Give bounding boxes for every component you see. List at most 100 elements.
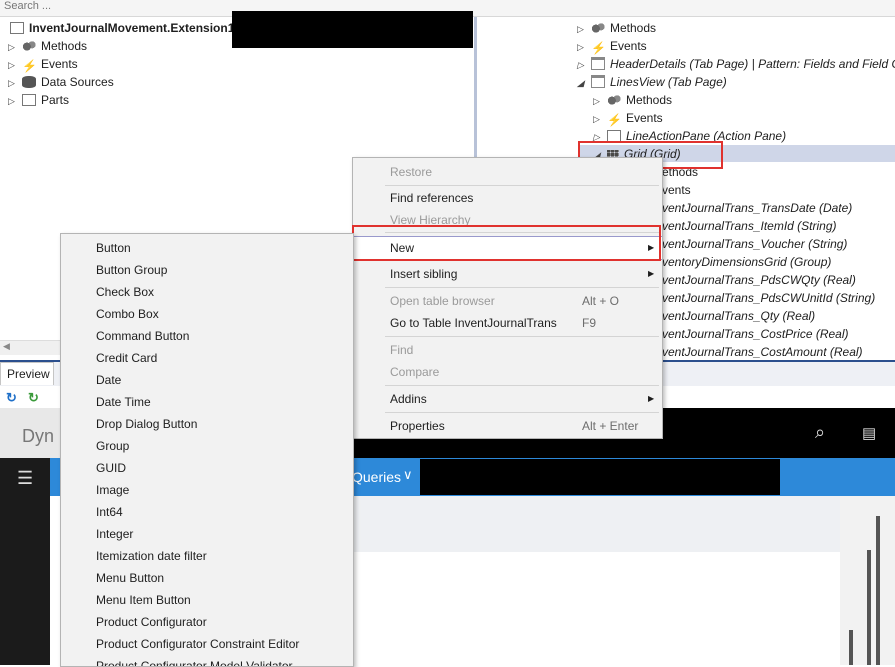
submenu-item-guid[interactable]: GUID	[96, 457, 126, 479]
expand-icon[interactable]: ▷	[593, 110, 603, 128]
menu-item-compare[interactable]: Compare	[353, 361, 662, 383]
menu-label: Restore	[390, 165, 433, 179]
app-title-area: Dyn	[0, 408, 60, 458]
menu-separator	[385, 412, 659, 413]
tree-item-grid-events[interactable]: vents	[662, 181, 691, 199]
submenu-item-drop-dialog-button[interactable]: Drop Dialog Button	[96, 413, 197, 435]
submenu-item-int64[interactable]: Int64	[96, 501, 123, 523]
tree-item-label: ventoryDimensionsGrid (Group)	[662, 255, 832, 269]
collapse-icon[interactable]: ◢	[577, 74, 587, 92]
redaction-block	[420, 459, 780, 495]
submenu-item-date[interactable]: Date	[96, 369, 121, 391]
tree-item-methods[interactable]: ▷ Methods	[593, 91, 672, 109]
menu-label: Addins	[390, 392, 427, 406]
tree-item-label: ventJournalTrans_TransDate (Date)	[662, 201, 853, 215]
submenu-item-image[interactable]: Image	[96, 479, 129, 501]
tree-item-data-sources[interactable]: ▷ Data Sources	[8, 73, 114, 91]
form-icon	[10, 22, 24, 34]
message-icon[interactable]: ▤	[862, 424, 876, 442]
tree-item-label: HeaderDetails (Tab Page) | Pattern: Fiel…	[610, 57, 895, 71]
expand-icon[interactable]: ▷	[8, 38, 18, 56]
submenu-item-product-configurator-constraint-editor[interactable]: Product Configurator Constraint Editor	[96, 633, 299, 655]
tree-item-field[interactable]: ventoryDimensionsGrid (Group)	[662, 253, 831, 271]
menu-separator	[385, 336, 659, 337]
submenu-item-product-configurator[interactable]: Product Configurator	[96, 611, 207, 633]
submenu-item-date-time[interactable]: Date Time	[96, 391, 151, 413]
tree-item-events[interactable]: ▷ ⚡ Events	[8, 55, 78, 73]
folder-icon	[591, 57, 605, 70]
tree-item-label: Events	[41, 57, 78, 71]
menu-shortcut: Alt + Enter	[582, 419, 639, 433]
expand-icon[interactable]: ▷	[577, 20, 587, 38]
tree-item-field[interactable]: ventJournalTrans_ItemId (String)	[662, 217, 837, 235]
new-highlight-box	[352, 225, 661, 261]
tree-item-events[interactable]: ▷ ⚡ Events	[577, 37, 647, 55]
submenu-arrow-icon: ▶	[648, 394, 655, 403]
submenu-item-menu-button[interactable]: Menu Button	[96, 567, 164, 589]
gear-icon	[591, 22, 605, 34]
submenu-item-button[interactable]: Button	[96, 237, 131, 259]
refresh-icon[interactable]: ↻	[6, 390, 17, 406]
expand-icon[interactable]: ▷	[577, 56, 587, 74]
tree-item-field[interactable]: ventJournalTrans_PdsCWUnitId (String)	[662, 289, 875, 307]
submenu-arrow-icon: ▶	[648, 269, 655, 278]
tab-preview[interactable]: Preview	[0, 362, 54, 385]
queries-menu[interactable]: Queries	[352, 469, 401, 485]
tree-item-label: ventJournalTrans_ItemId (String)	[662, 219, 837, 233]
menu-item-restore[interactable]: Restore	[353, 161, 662, 183]
submenu-item-command-button[interactable]: Command Button	[96, 325, 189, 347]
submenu-item-menu-item-button[interactable]: Menu Item Button	[96, 589, 191, 611]
menu-item-insert-sibling[interactable]: Insert sibling ▶	[353, 263, 662, 285]
expand-icon[interactable]: ▷	[577, 38, 587, 56]
tree-item-label: Methods	[41, 39, 88, 53]
tree-item-field[interactable]: ventJournalTrans_CostAmount (Real)	[662, 343, 863, 361]
menu-item-properties[interactable]: Properties Alt + Enter	[353, 415, 662, 437]
tree-item-label: Data Sources	[41, 75, 114, 89]
menu-separator	[385, 385, 659, 386]
menu-item-go-to-table[interactable]: Go to Table InventJournalTrans F9	[353, 312, 662, 334]
nav-pane: ☰	[0, 458, 50, 665]
menu-item-open-table-browser[interactable]: Open table browser Alt + O	[353, 290, 662, 312]
scroll-left-icon[interactable]: ◀	[3, 341, 10, 352]
tree-item-label: ventJournalTrans_Voucher (String)	[662, 237, 848, 251]
menu-item-find-references[interactable]: Find references	[353, 187, 662, 209]
search-input[interactable]: Search ...	[4, 0, 51, 12]
tree-item-field[interactable]: ventJournalTrans_CostPrice (Real)	[662, 325, 849, 343]
hamburger-icon[interactable]: ☰	[17, 468, 33, 489]
menu-item-addins[interactable]: Addins ▶	[353, 388, 662, 410]
submenu-item-button-group[interactable]: Button Group	[96, 259, 167, 281]
submenu-item-itemization-date-filter[interactable]: Itemization date filter	[96, 545, 207, 567]
refresh-green-icon[interactable]: ↻	[28, 390, 39, 406]
submenu-item-check-box[interactable]: Check Box	[96, 281, 154, 303]
tree-item-methods[interactable]: ▷ Methods	[8, 37, 87, 55]
tree-item-lines-view[interactable]: ◢ LinesView (Tab Page)	[577, 73, 727, 91]
tree-item-events[interactable]: ▷ ⚡ Events	[593, 109, 663, 127]
tree-item-label: Events	[626, 111, 663, 125]
submenu-item-product-configurator-model-validator[interactable]: Product Configurator Model Validator	[96, 655, 293, 666]
tree-root[interactable]: InventJournalMovement.Extension1	[10, 19, 234, 37]
menu-label: Find	[390, 343, 414, 357]
tree-root-label: InventJournalMovement.Extension1	[29, 21, 235, 35]
tree-item-field[interactable]: ventJournalTrans_PdsCWQty (Real)	[662, 271, 856, 289]
tree-item-header-details[interactable]: ▷ HeaderDetails (Tab Page) | Pattern: Fie…	[577, 55, 895, 73]
expand-icon[interactable]: ▷	[593, 92, 603, 110]
expand-icon[interactable]: ▷	[8, 74, 18, 92]
submenu-item-group[interactable]: Group	[96, 435, 129, 457]
expand-icon[interactable]: ▷	[8, 92, 18, 110]
tree-item-parts[interactable]: ▷ Parts	[8, 91, 69, 109]
submenu-item-integer[interactable]: Integer	[96, 523, 133, 545]
tree-item-label: ventJournalTrans_CostAmount (Real)	[662, 345, 863, 359]
tree-item-field[interactable]: ventJournalTrans_Qty (Real)	[662, 307, 815, 325]
tree-item-label: Methods	[626, 93, 673, 107]
submenu-item-credit-card[interactable]: Credit Card	[96, 347, 157, 369]
search-icon[interactable]: ⌕	[815, 422, 825, 443]
menu-item-find[interactable]: Find	[353, 339, 662, 361]
scroll-indicator	[876, 516, 880, 665]
tree-item-field[interactable]: ventJournalTrans_TransDate (Date)	[662, 199, 852, 217]
submenu-item-combo-box[interactable]: Combo Box	[96, 303, 159, 325]
tree-item-methods[interactable]: ▷ Methods	[577, 19, 656, 37]
expand-icon[interactable]: ▷	[8, 56, 18, 74]
tree-item-field[interactable]: ventJournalTrans_Voucher (String)	[662, 235, 847, 253]
database-icon	[22, 76, 36, 88]
box-icon	[22, 94, 36, 106]
